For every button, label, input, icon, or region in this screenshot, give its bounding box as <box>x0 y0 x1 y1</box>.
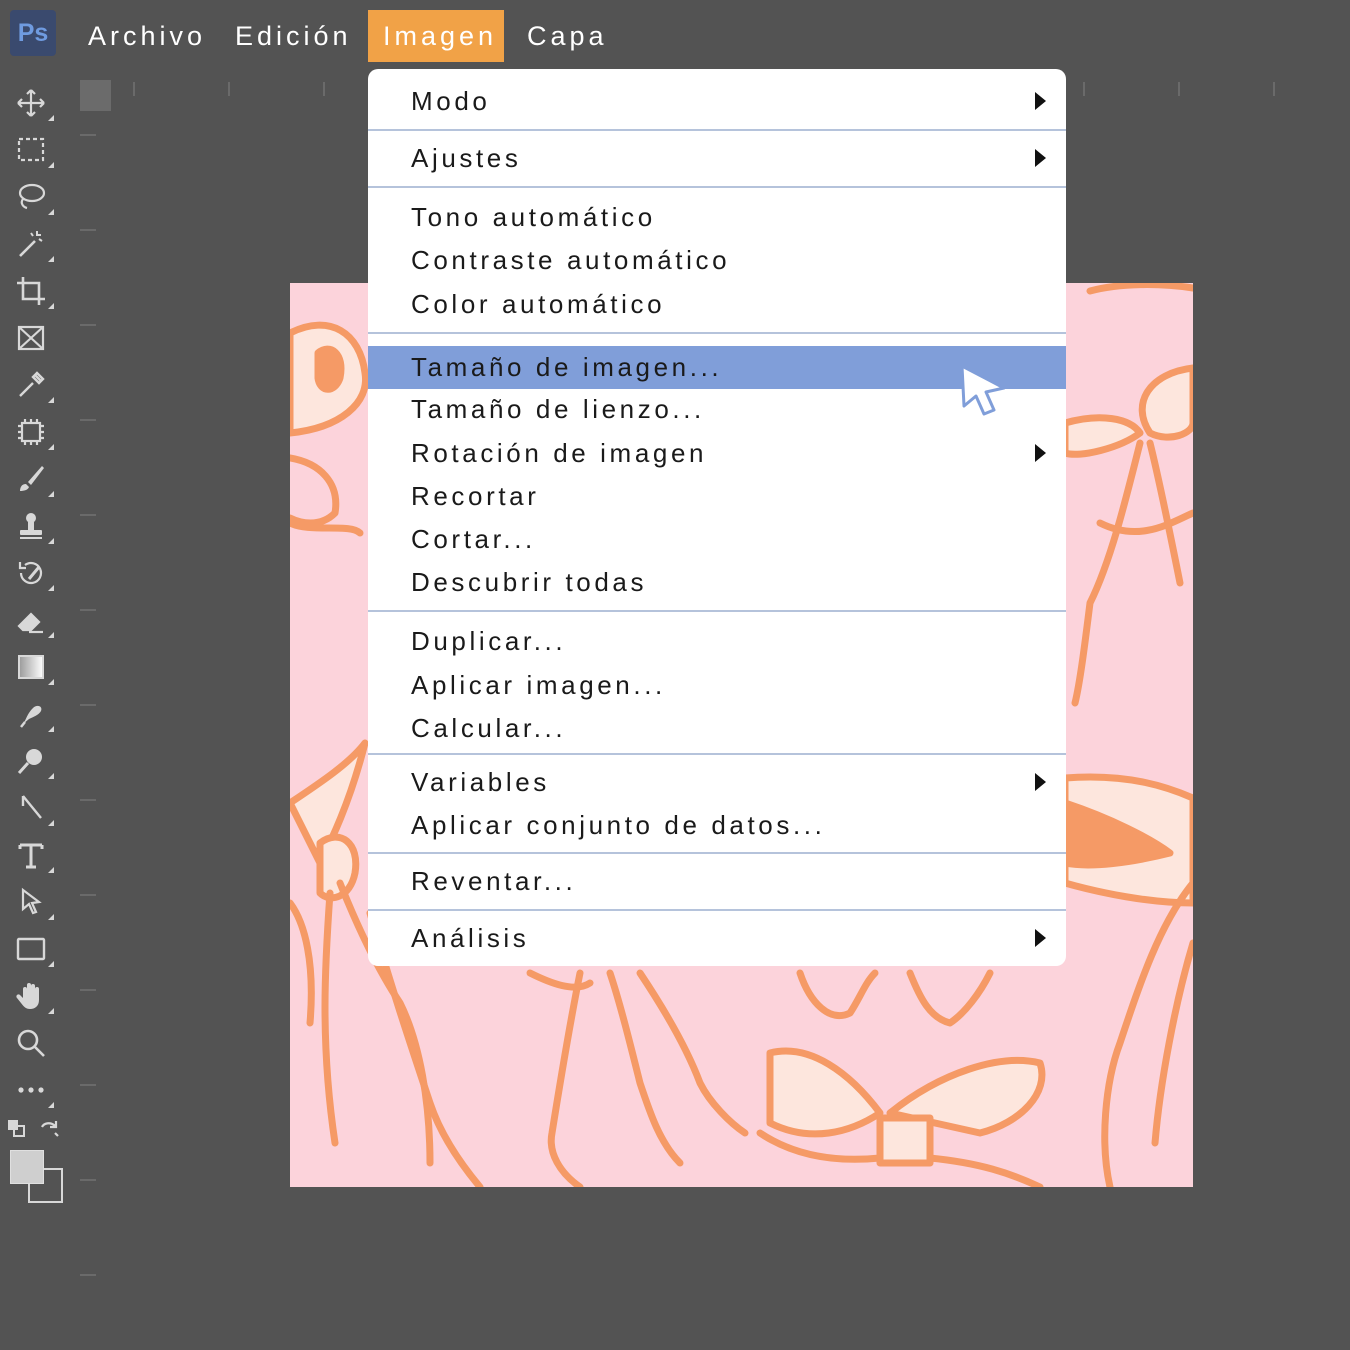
imagen-dropdown-menu: Modo Ajustes Tono automático Contraste a… <box>368 69 1066 966</box>
submenu-arrow-icon <box>1035 929 1046 947</box>
menu-edicion[interactable]: Edición <box>220 10 367 62</box>
menu-item-descubrir-todas[interactable]: Descubrir todas <box>368 561 1066 604</box>
foreground-color-swatch[interactable] <box>10 1150 44 1184</box>
type-tool-icon[interactable] <box>8 835 54 875</box>
mouse-pointer-icon <box>960 364 1006 416</box>
rectangle-tool-icon[interactable] <box>8 929 54 969</box>
menu-separator <box>368 753 1066 755</box>
menu-item-label: Rotación de imagen <box>411 438 708 468</box>
menu-item-color-automatico[interactable]: Color automático <box>368 283 1066 326</box>
marquee-tool-icon[interactable] <box>8 130 54 170</box>
menu-archivo[interactable]: Archivo <box>73 10 221 62</box>
lasso-tool-icon[interactable] <box>8 177 54 217</box>
menu-item-tono-automatico[interactable]: Tono automático <box>368 196 1066 239</box>
menu-item-label: Modo <box>411 86 491 116</box>
menu-item-calcular[interactable]: Calcular... <box>368 707 1066 750</box>
menu-imagen[interactable]: Imagen <box>368 10 504 62</box>
magic-wand-tool-icon[interactable] <box>8 224 54 264</box>
menu-item-ajustes[interactable]: Ajustes <box>368 137 1066 180</box>
menu-item-modo[interactable]: Modo <box>368 80 1066 123</box>
smudge-tool-icon[interactable] <box>8 694 54 734</box>
eyedropper-tool-icon[interactable] <box>8 365 54 405</box>
submenu-arrow-icon <box>1035 92 1046 110</box>
default-colors-icon[interactable] <box>6 1118 28 1140</box>
dodge-tool-icon[interactable] <box>8 741 54 781</box>
photoshop-logo: Ps <box>10 10 56 56</box>
menu-separator <box>368 909 1066 911</box>
gradient-tool-icon[interactable] <box>8 647 54 687</box>
menu-item-duplicar[interactable]: Duplicar... <box>368 620 1066 663</box>
history-brush-tool-icon[interactable] <box>8 553 54 593</box>
menu-item-label: Análisis <box>411 923 530 953</box>
menu-item-recortar[interactable]: Recortar <box>368 475 1066 518</box>
zoom-tool-icon[interactable] <box>8 1023 54 1063</box>
menu-separator <box>368 332 1066 334</box>
menu-item-variables[interactable]: Variables <box>368 761 1066 804</box>
clone-stamp-tool-icon[interactable] <box>8 506 54 546</box>
menu-item-label: Ajustes <box>411 143 522 173</box>
submenu-arrow-icon <box>1035 444 1046 462</box>
menu-separator <box>368 129 1066 131</box>
eraser-tool-icon[interactable] <box>8 600 54 640</box>
swap-colors-icon[interactable] <box>38 1118 62 1142</box>
menu-separator <box>368 852 1066 854</box>
menu-item-reventar[interactable]: Reventar... <box>368 860 1066 903</box>
menu-capa[interactable]: Capa <box>512 10 623 62</box>
menu-item-aplicar-imagen[interactable]: Aplicar imagen... <box>368 664 1066 707</box>
crop-tool-icon[interactable] <box>8 271 54 311</box>
menu-item-contraste-automatico[interactable]: Contraste automático <box>368 239 1066 282</box>
submenu-arrow-icon <box>1035 773 1046 791</box>
tools-panel <box>0 78 70 1208</box>
menu-item-rotacion-de-imagen[interactable]: Rotación de imagen <box>368 432 1066 475</box>
path-selection-tool-icon[interactable] <box>8 882 54 922</box>
menu-item-cortar[interactable]: Cortar... <box>368 518 1066 561</box>
menu-item-analisis[interactable]: Análisis <box>368 917 1066 960</box>
frame-tool-icon[interactable] <box>8 318 54 358</box>
menu-item-label: Variables <box>411 767 550 797</box>
move-tool-icon[interactable] <box>8 83 54 123</box>
submenu-arrow-icon <box>1035 149 1046 167</box>
menu-separator <box>368 186 1066 188</box>
menu-separator <box>368 610 1066 612</box>
document-thumbnail <box>80 80 111 111</box>
more-tools-icon[interactable] <box>8 1070 54 1110</box>
pen-tool-icon[interactable] <box>8 788 54 828</box>
hand-tool-icon[interactable] <box>8 976 54 1016</box>
brush-tool-icon[interactable] <box>8 459 54 499</box>
menu-item-aplicar-conjunto-de-datos[interactable]: Aplicar conjunto de datos... <box>368 804 1066 847</box>
spot-healing-tool-icon[interactable] <box>8 412 54 452</box>
